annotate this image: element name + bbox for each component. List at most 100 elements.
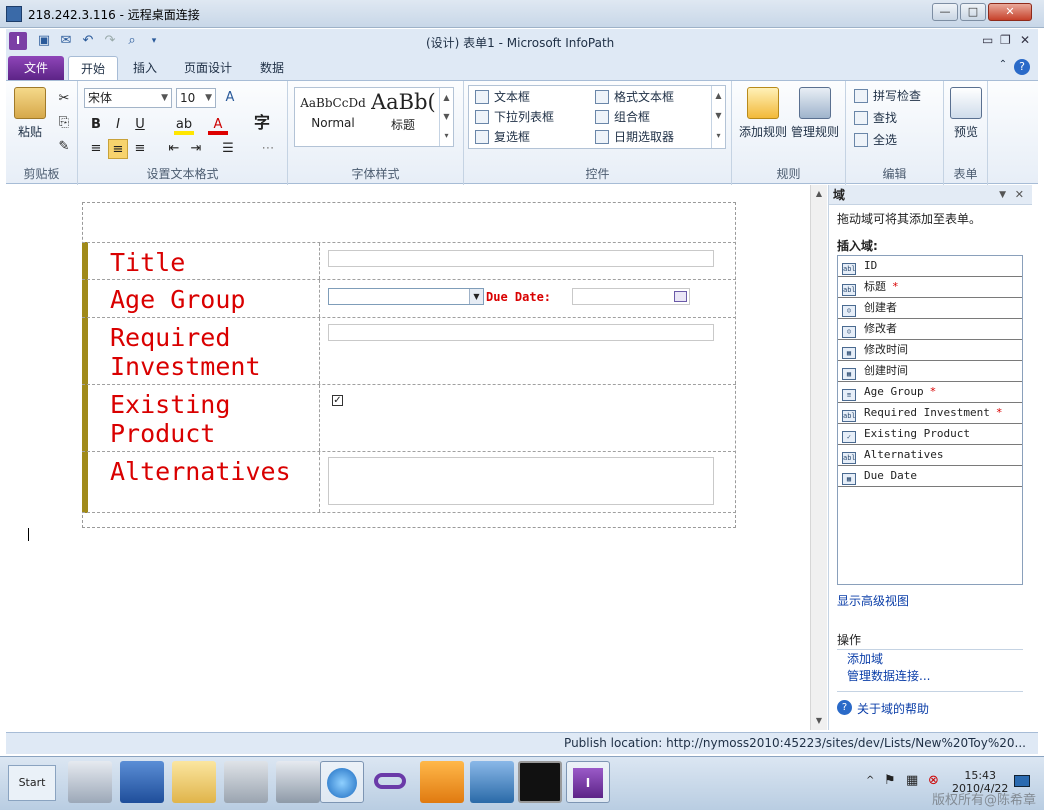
manage-connections-link[interactable]: 管理数据连接... (847, 667, 930, 684)
scroll-down-icon[interactable]: ▼ (812, 714, 826, 728)
control-textbox[interactable]: 文本框 (475, 88, 530, 106)
tab-file[interactable]: 文件 (8, 56, 64, 80)
rdp-minimize-button[interactable]: — (932, 3, 958, 21)
advanced-view-link[interactable]: 显示高级视图 (837, 592, 909, 609)
undo-icon[interactable]: ↶ (80, 33, 96, 49)
control-combobox[interactable]: 组合框 (595, 108, 650, 126)
infopath-taskbar-icon[interactable]: I (566, 761, 610, 803)
field-item[interactable]: abl Required Investment * (838, 403, 1022, 424)
explorer-icon[interactable] (172, 761, 216, 803)
change-case-icon[interactable]: A (220, 88, 240, 108)
field-item[interactable]: ▦ Due Date (838, 466, 1022, 487)
add-field-link[interactable]: 添加域 (847, 650, 883, 667)
sql-server-icon[interactable] (470, 761, 514, 803)
control-dropdown[interactable]: 下拉列表框 (475, 108, 554, 126)
cut-icon[interactable]: ✂ (54, 89, 74, 109)
tools-icon[interactable] (224, 761, 268, 803)
field-item[interactable]: ▦ 修改时间 (838, 340, 1022, 361)
font-color-icon[interactable]: A (208, 115, 228, 135)
help-icon[interactable]: ? (837, 700, 852, 715)
field-item[interactable]: abl 标题 * (838, 277, 1022, 298)
borders-icon[interactable]: ⋯ (258, 139, 278, 159)
character-icon[interactable]: 字 (252, 113, 272, 133)
server-manager-icon[interactable] (68, 761, 112, 803)
field-item[interactable]: ▦ 创建时间 (838, 361, 1022, 382)
app-close-icon[interactable]: ✕ (1020, 33, 1030, 47)
internet-explorer-icon[interactable] (320, 761, 364, 803)
select-all-button[interactable]: 全选 (854, 131, 897, 149)
title-textbox[interactable] (328, 250, 714, 267)
field-item[interactable]: ≡ Age Group * (838, 382, 1022, 403)
field-item[interactable]: abl ID (838, 256, 1022, 277)
align-left-icon[interactable]: ≡ (86, 139, 106, 159)
show-hidden-icons-icon[interactable]: ^ (866, 775, 874, 786)
field-item[interactable]: ☺ 修改者 (838, 319, 1022, 340)
align-right-icon[interactable]: ≡ (130, 139, 150, 159)
copy-icon[interactable]: ⎘ (54, 113, 74, 133)
field-item[interactable]: abl Alternatives (838, 445, 1022, 466)
redo-icon[interactable]: ↷ (102, 33, 118, 49)
tab-insert[interactable]: 插入 (124, 56, 166, 80)
collapse-ribbon-icon[interactable]: ⌃ (996, 58, 1010, 82)
control-date-picker[interactable]: 日期选取器 (595, 128, 674, 146)
align-center-icon[interactable]: ≡ (108, 139, 128, 159)
bold-button[interactable]: B (86, 115, 106, 135)
help-icon[interactable]: ? (1014, 59, 1030, 75)
format-painter-icon[interactable]: ✎ (54, 137, 74, 157)
publish-icon[interactable]: ✉ (58, 33, 74, 49)
add-rule-button[interactable]: 添加规则 (738, 87, 788, 140)
paste-button[interactable]: 粘贴 (12, 87, 48, 140)
calendar-icon[interactable] (674, 291, 687, 302)
preview-button[interactable]: 预览 (948, 87, 984, 140)
command-prompt-icon[interactable] (518, 761, 562, 803)
manage-rules-button[interactable]: 管理规则 (790, 87, 840, 140)
controls-gallery-scroll[interactable]: ▲ ▼ ▾ (711, 86, 725, 148)
field-item[interactable]: ☺ 创建者 (838, 298, 1022, 319)
app-restore-icon[interactable]: ❐ (1000, 33, 1011, 47)
volume-muted-icon[interactable]: ⊗ (928, 773, 939, 788)
design-canvas[interactable]: Title Age Group ▼ Due Date: Required Inv… (6, 185, 810, 730)
highlight-icon[interactable]: ab (174, 115, 194, 135)
infopath-app-icon[interactable]: I (9, 32, 27, 50)
tab-data[interactable]: 数据 (250, 56, 294, 80)
increase-indent-icon[interactable]: ⇥ (186, 139, 206, 159)
existing-product-checkbox[interactable]: ✓ (332, 395, 343, 406)
network-icon[interactable]: ▦ (906, 773, 918, 788)
font-size-combo[interactable]: 10 ▼ (176, 88, 216, 108)
services-icon[interactable] (276, 761, 320, 803)
style-normal[interactable]: AaBbCcDd Normal (299, 96, 367, 130)
control-checkbox[interactable]: 复选框 (475, 128, 530, 146)
app-minimize-icon[interactable]: ▭ (982, 33, 993, 47)
close-icon[interactable]: ✕ (1015, 185, 1024, 205)
spell-check-button[interactable]: 拼写检查 (854, 87, 921, 105)
find-button[interactable]: 查找 (854, 109, 897, 127)
tab-home[interactable]: 开始 (68, 56, 118, 80)
field-item[interactable]: ✓ Existing Product (838, 424, 1022, 445)
canvas-scrollbar[interactable]: ▲ ▼ (810, 185, 827, 730)
decrease-indent-icon[interactable]: ⇤ (164, 139, 184, 159)
print-preview-icon[interactable]: ⌕ (124, 33, 140, 49)
due-date-picker[interactable] (572, 288, 690, 305)
investment-textbox[interactable] (328, 324, 714, 341)
underline-button[interactable]: U (130, 115, 150, 135)
control-rich-textbox[interactable]: 格式文本框 (595, 88, 674, 106)
visual-studio-icon[interactable] (368, 761, 412, 803)
start-button[interactable]: Start (8, 765, 56, 801)
font-name-combo[interactable]: 宋体 ▼ (84, 88, 172, 108)
fields-help-link[interactable]: 关于域的帮助 (857, 700, 929, 717)
rdp-maximize-button[interactable]: □ (960, 3, 986, 21)
age-group-dropdown[interactable]: ▼ (328, 288, 484, 305)
show-desktop-icon[interactable] (1014, 775, 1030, 787)
powershell-icon[interactable] (120, 761, 164, 803)
italic-button[interactable]: I (108, 115, 128, 135)
scroll-up-icon[interactable]: ▲ (812, 187, 826, 201)
alternatives-textarea[interactable] (328, 457, 714, 505)
style-title[interactable]: AaBb( 标题 (371, 90, 435, 133)
save-icon[interactable]: ▣ (36, 33, 52, 49)
gallery-scroll[interactable]: ▲ ▼ ▾ (439, 88, 453, 146)
flag-icon[interactable]: ⚑ (884, 773, 896, 788)
customize-qat-icon[interactable]: ▾ (146, 33, 162, 49)
tab-page-design[interactable]: 页面设计 (176, 56, 240, 80)
pane-menu-icon[interactable]: ▼ (999, 185, 1006, 205)
bullets-icon[interactable]: ☰ (218, 139, 238, 159)
